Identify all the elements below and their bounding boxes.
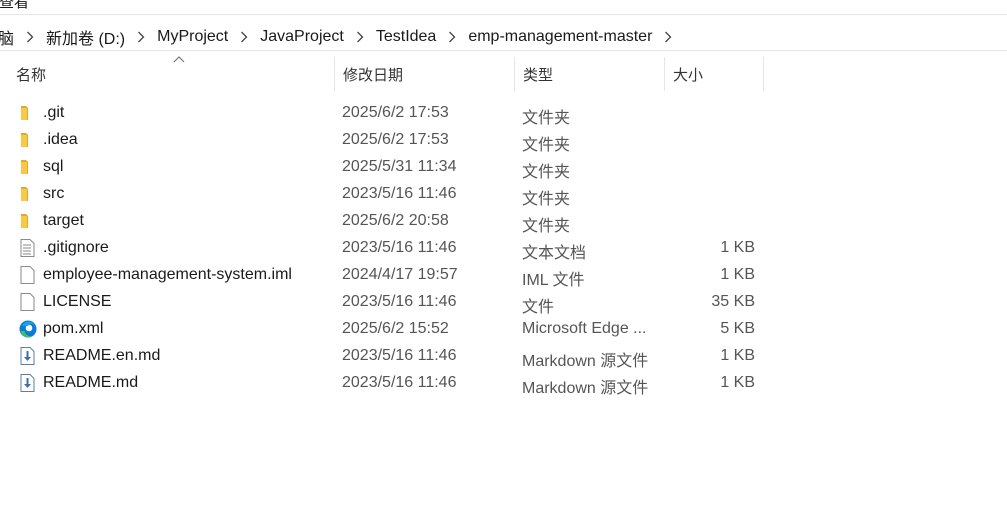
file-type: 文件: [522, 299, 555, 316]
file-date: 2025/6/2 17:53: [342, 104, 449, 121]
file-name: sql: [43, 158, 64, 175]
file-type: 文件夹: [522, 110, 571, 127]
breadcrumb-drive-d[interactable]: 新加卷 (D:): [42, 25, 129, 49]
chevron-right-icon[interactable]: [18, 31, 42, 43]
folder-icon: [21, 160, 28, 174]
file-size: 1 KB: [720, 374, 755, 391]
column-header-name[interactable]: 名称: [8, 56, 334, 91]
file-row[interactable]: employee-management-system.iml 2024/4/17…: [0, 262, 1007, 289]
file-name: .gitignore: [43, 239, 109, 256]
file-row[interactable]: .gitignore 2023/5/16 11:46 文本文档 1 KB: [0, 235, 1007, 262]
file-date: 2023/5/16 11:46: [342, 293, 457, 310]
file-date: 2023/5/16 11:46: [342, 185, 457, 202]
folder-icon: [21, 187, 28, 201]
file-size: 35 KB: [711, 293, 755, 310]
file-name: README.md: [43, 374, 139, 391]
column-header-name-label: 名称: [16, 66, 47, 84]
file-type: Microsoft Edge ...: [522, 320, 647, 337]
file-row[interactable]: target 2025/6/2 20:58 文件夹: [0, 208, 1007, 235]
breadcrumb-this-pc[interactable]: 脑: [0, 25, 18, 49]
file-name: .idea: [43, 131, 78, 148]
file-row[interactable]: README.en.md 2023/5/16 11:46 Markdown 源文…: [0, 343, 1007, 370]
text-file-icon: [20, 239, 35, 257]
file-type: 文本文档: [522, 245, 587, 262]
edge-icon: [19, 320, 37, 338]
address-bar[interactable]: 脑 新加卷 (D:) MyProject JavaProject TestIde…: [0, 20, 1007, 51]
view-menu-fragment[interactable]: 查看: [0, 0, 29, 12]
sort-ascending-icon: [173, 56, 185, 63]
file-date: 2025/5/31 11:34: [342, 158, 457, 175]
file-date: 2025/6/2 17:53: [342, 131, 449, 148]
file-type: 文件夹: [522, 164, 571, 181]
column-header: 名称 修改日期 类型 大小: [0, 56, 1007, 91]
file-list: .git 2025/6/2 17:53 文件夹 .idea 2025/6/2 1…: [0, 100, 1007, 397]
file-size: 5 KB: [720, 320, 755, 337]
file-size: 1 KB: [720, 347, 755, 364]
column-header-size[interactable]: 大小: [664, 57, 764, 91]
file-date: 2025/6/2 20:58: [342, 212, 449, 229]
breadcrumb: 脑 新加卷 (D:) MyProject JavaProject TestIde…: [0, 25, 680, 49]
file-type: IML 文件: [522, 272, 585, 289]
breadcrumb-myproject[interactable]: MyProject: [153, 28, 232, 46]
chevron-right-icon[interactable]: [232, 31, 256, 43]
column-header-type-label: 类型: [523, 66, 554, 84]
folder-icon: [21, 214, 28, 228]
chevron-right-icon[interactable]: [129, 31, 153, 43]
file-date: 2023/5/16 11:46: [342, 347, 457, 364]
column-header-date-label: 修改日期: [343, 66, 404, 84]
file-row[interactable]: LICENSE 2023/5/16 11:46 文件 35 KB: [0, 289, 1007, 316]
file-type: 文件夹: [522, 218, 571, 235]
chevron-right-icon[interactable]: [348, 31, 372, 43]
file-name: target: [43, 212, 84, 229]
file-size: 1 KB: [720, 266, 755, 283]
file-icon: [20, 293, 35, 311]
file-name: README.en.md: [43, 347, 161, 364]
file-name: .git: [43, 104, 65, 121]
file-row[interactable]: src 2023/5/16 11:46 文件夹: [0, 181, 1007, 208]
file-name: employee-management-system.iml: [43, 266, 292, 283]
column-header-date[interactable]: 修改日期: [334, 57, 514, 91]
file-date: 2025/6/2 15:52: [342, 320, 449, 337]
chevron-right-icon[interactable]: [440, 31, 464, 43]
file-name: src: [43, 185, 65, 202]
file-row[interactable]: sql 2025/5/31 11:34 文件夹: [0, 154, 1007, 181]
column-header-size-label: 大小: [673, 66, 704, 84]
file-row[interactable]: .git 2025/6/2 17:53 文件夹: [0, 100, 1007, 127]
file-type: 文件夹: [522, 137, 571, 154]
file-type: 文件夹: [522, 191, 571, 208]
column-header-type[interactable]: 类型: [514, 57, 664, 91]
markdown-file-icon: [20, 374, 35, 392]
file-row[interactable]: pom.xml 2025/6/2 15:52 Microsoft Edge ..…: [0, 316, 1007, 343]
file-type: Markdown 源文件: [522, 353, 649, 370]
breadcrumb-emp-management-master[interactable]: emp-management-master: [464, 28, 656, 46]
file-icon: [20, 266, 35, 284]
breadcrumb-testidea[interactable]: TestIdea: [372, 28, 440, 46]
file-size: 1 KB: [720, 239, 755, 256]
markdown-file-icon: [20, 347, 35, 365]
file-row[interactable]: .idea 2025/6/2 17:53 文件夹: [0, 127, 1007, 154]
file-name: pom.xml: [43, 320, 104, 337]
file-date: 2024/4/17 19:57: [342, 266, 458, 283]
chevron-right-icon[interactable]: [656, 31, 680, 43]
folder-icon: [21, 106, 28, 120]
folder-icon: [21, 133, 28, 147]
breadcrumb-javaproject[interactable]: JavaProject: [256, 28, 348, 46]
file-date: 2023/5/16 11:46: [342, 239, 457, 256]
file-type: Markdown 源文件: [522, 380, 649, 397]
file-name: LICENSE: [43, 293, 112, 310]
file-row[interactable]: README.md 2023/5/16 11:46 Markdown 源文件 1…: [0, 370, 1007, 397]
menu-strip: 查看: [0, 0, 1007, 15]
file-date: 2023/5/16 11:46: [342, 374, 457, 391]
